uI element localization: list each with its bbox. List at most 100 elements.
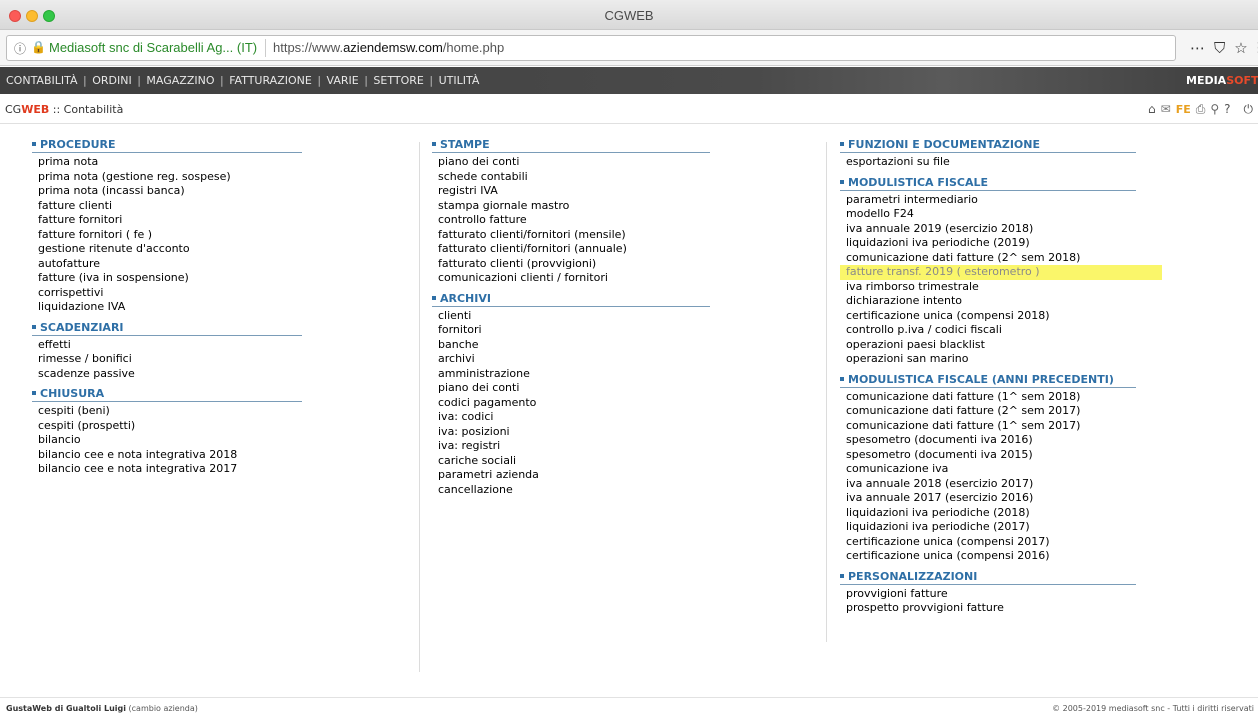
menu-link[interactable]: bilancio cee e nota integrativa 2017 <box>38 462 312 477</box>
menu-link[interactable]: comunicazione dati fatture (1^ sem 2018) <box>846 390 1170 405</box>
menu-link[interactable]: fatturato clienti/fornitori (annuale) <box>438 242 722 257</box>
menu-link[interactable]: operazioni san marino <box>846 352 1170 367</box>
menu-link[interactable]: iva: posizioni <box>438 425 722 440</box>
menu-link[interactable]: cespiti (beni) <box>38 404 312 419</box>
menu-link[interactable]: fatture transf. 2019 ( esterometro ) <box>840 265 1162 280</box>
print-icon[interactable]: ⎙ <box>1196 102 1206 117</box>
menu-separator: | <box>216 74 228 87</box>
change-company-link[interactable]: (cambio azienda) <box>129 704 198 713</box>
menu-link[interactable]: comunicazioni clienti / fornitori <box>438 271 722 286</box>
menu-link[interactable]: prima nota (incassi banca) <box>38 184 312 199</box>
menu-section: FUNZIONI E DOCUMENTAZIONE esportazioni su… <box>840 138 1170 170</box>
home-icon[interactable]: ⌂ <box>1148 102 1156 116</box>
menu-link[interactable]: cancellazione <box>438 483 722 498</box>
menu-link[interactable]: iva: codici <box>438 410 722 425</box>
menu-link[interactable]: spesometro (documenti iva 2016) <box>846 433 1170 448</box>
menu-link[interactable]: prima nota (gestione reg. sospese) <box>38 170 312 185</box>
menu-link[interactable]: clienti <box>438 309 722 324</box>
help-icon[interactable]: ? <box>1224 102 1230 116</box>
menu-link[interactable]: controllo fatture <box>438 213 722 228</box>
menu-link[interactable]: fatturato clienti (provvigioni) <box>438 257 722 272</box>
more-icon[interactable]: ⋯ <box>1190 39 1205 57</box>
menu-link[interactable]: fatture fornitori <box>38 213 312 228</box>
menu-link[interactable]: bilancio cee e nota integrativa 2018 <box>38 448 312 463</box>
section-title-text: PERSONALIZZAZIONI <box>848 569 978 583</box>
menu-link[interactable]: liquidazione IVA <box>38 300 312 315</box>
menu-link[interactable]: certificazione unica (compensi 2016) <box>846 549 1170 564</box>
menu-link[interactable]: fatture clienti <box>38 199 312 214</box>
pocket-icon[interactable]: ⛉ <box>1214 39 1225 57</box>
star-icon[interactable]: ☆ <box>1234 39 1247 57</box>
menu-link[interactable]: comunicazione dati fatture (1^ sem 2017) <box>846 419 1170 434</box>
menu-link[interactable]: autofatture <box>38 257 312 272</box>
menu-link[interactable]: dichiarazione intento <box>846 294 1170 309</box>
menu-item-fatturazione[interactable]: FATTURAZIONE <box>229 74 312 87</box>
section-links: esportazioni su file <box>840 155 1170 170</box>
menu-link[interactable]: codici pagamento <box>438 396 722 411</box>
menu-link[interactable]: comunicazione dati fatture (2^ sem 2017) <box>846 404 1170 419</box>
menu-link[interactable]: comunicazione iva <box>846 462 1170 477</box>
info-icon[interactable]: ⓘ <box>14 40 26 57</box>
menu-link[interactable]: iva annuale 2019 (esercizio 2018) <box>846 222 1170 237</box>
section-title-text: MODULISTICA FISCALE <box>848 175 989 189</box>
menu-item-magazzino[interactable]: MAGAZZINO <box>146 74 214 87</box>
menu-link[interactable]: comunicazione dati fatture (2^ sem 2018) <box>846 251 1170 266</box>
section-title: MODULISTICA FISCALE <box>840 176 1136 191</box>
menu-link[interactable]: piano dei conti <box>438 155 722 170</box>
mail-icon[interactable]: ✉ <box>1161 102 1171 116</box>
menu-link[interactable]: parametri intermediario <box>846 193 1170 208</box>
menu-item-utilit-[interactable]: UTILITÀ <box>439 74 480 87</box>
lock-icon[interactable]: 🔒 <box>31 40 46 54</box>
menu-link[interactable]: liquidazioni iva periodiche (2019) <box>846 236 1170 251</box>
menu-link[interactable]: modello F24 <box>846 207 1170 222</box>
menu-link[interactable]: esportazioni su file <box>846 155 1170 170</box>
menu-link[interactable]: iva: registri <box>438 439 722 454</box>
menu-link[interactable]: gestione ritenute d'acconto <box>38 242 312 257</box>
section-title: MODULISTICA FISCALE (ANNI PRECEDENTI) <box>840 373 1136 388</box>
menu-link[interactable]: fornitori <box>438 323 722 338</box>
menu-link[interactable]: corrispettivi <box>38 286 312 301</box>
menu-link[interactable]: iva annuale 2017 (esercizio 2016) <box>846 491 1170 506</box>
menu-link[interactable]: cespiti (prospetti) <box>38 419 312 434</box>
menu-link[interactable]: iva annuale 2018 (esercizio 2017) <box>846 477 1170 492</box>
menu-link[interactable]: fatturato clienti/fornitori (mensile) <box>438 228 722 243</box>
menu-separator: | <box>79 74 91 87</box>
menu-link[interactable]: rimesse / bonifici <box>38 352 312 367</box>
menu-link[interactable]: stampa giornale mastro <box>438 199 722 214</box>
menu-item-contabilit-[interactable]: CONTABILITÀ <box>6 74 78 87</box>
menu-link[interactable]: fatture (iva in sospensione) <box>38 271 312 286</box>
search-icon[interactable]: ⚲ <box>1210 102 1219 116</box>
menu-link[interactable]: cariche sociali <box>438 454 722 469</box>
menu-link[interactable]: registri IVA <box>438 184 722 199</box>
menu-link[interactable]: iva rimborso trimestrale <box>846 280 1170 295</box>
menu-link[interactable]: controllo p.iva / codici fiscali <box>846 323 1170 338</box>
menu-link[interactable]: scadenze passive <box>38 367 312 382</box>
address-bar[interactable]: ⓘ 🔒 Mediasoft snc di Scarabelli Ag... (I… <box>6 35 1176 61</box>
menu-link[interactable]: certificazione unica (compensi 2017) <box>846 535 1170 550</box>
fe-icon[interactable]: FE <box>1176 103 1191 116</box>
menu-link[interactable]: fatture fornitori ( fe ) <box>38 228 312 243</box>
menu-link[interactable]: schede contabili <box>438 170 722 185</box>
menu-link[interactable]: certificazione unica (compensi 2018) <box>846 309 1170 324</box>
url-text[interactable]: https://www.aziendemsw.com/home.php <box>273 40 504 55</box>
menu-link[interactable]: liquidazioni iva periodiche (2017) <box>846 520 1170 535</box>
menu-link[interactable]: spesometro (documenti iva 2015) <box>846 448 1170 463</box>
menu-link[interactable]: effetti <box>38 338 312 353</box>
section-title-text: CHIUSURA <box>40 387 105 400</box>
menu-link[interactable]: parametri azienda <box>438 468 722 483</box>
site-identity[interactable]: Mediasoft snc di Scarabelli Ag... (IT) <box>49 40 257 55</box>
menu-link[interactable]: piano dei conti <box>438 381 722 396</box>
menu-item-settore[interactable]: SETTORE <box>373 74 423 87</box>
menu-link[interactable]: bilancio <box>38 433 312 448</box>
menu-item-ordini[interactable]: ORDINI <box>92 74 132 87</box>
menu-item-varie[interactable]: VARIE <box>327 74 359 87</box>
menu-link[interactable]: prima nota <box>38 155 312 170</box>
menu-link[interactable]: archivi <box>438 352 722 367</box>
menu-link[interactable]: provvigioni fatture <box>846 587 1170 602</box>
menu-link[interactable]: liquidazioni iva periodiche (2018) <box>846 506 1170 521</box>
menu-link[interactable]: amministrazione <box>438 367 722 382</box>
menu-link[interactable]: banche <box>438 338 722 353</box>
menu-link[interactable]: prospetto provvigioni fatture <box>846 601 1170 616</box>
menu-link[interactable]: operazioni paesi blacklist <box>846 338 1170 353</box>
power-icon[interactable]: ⏻ <box>1244 102 1254 117</box>
